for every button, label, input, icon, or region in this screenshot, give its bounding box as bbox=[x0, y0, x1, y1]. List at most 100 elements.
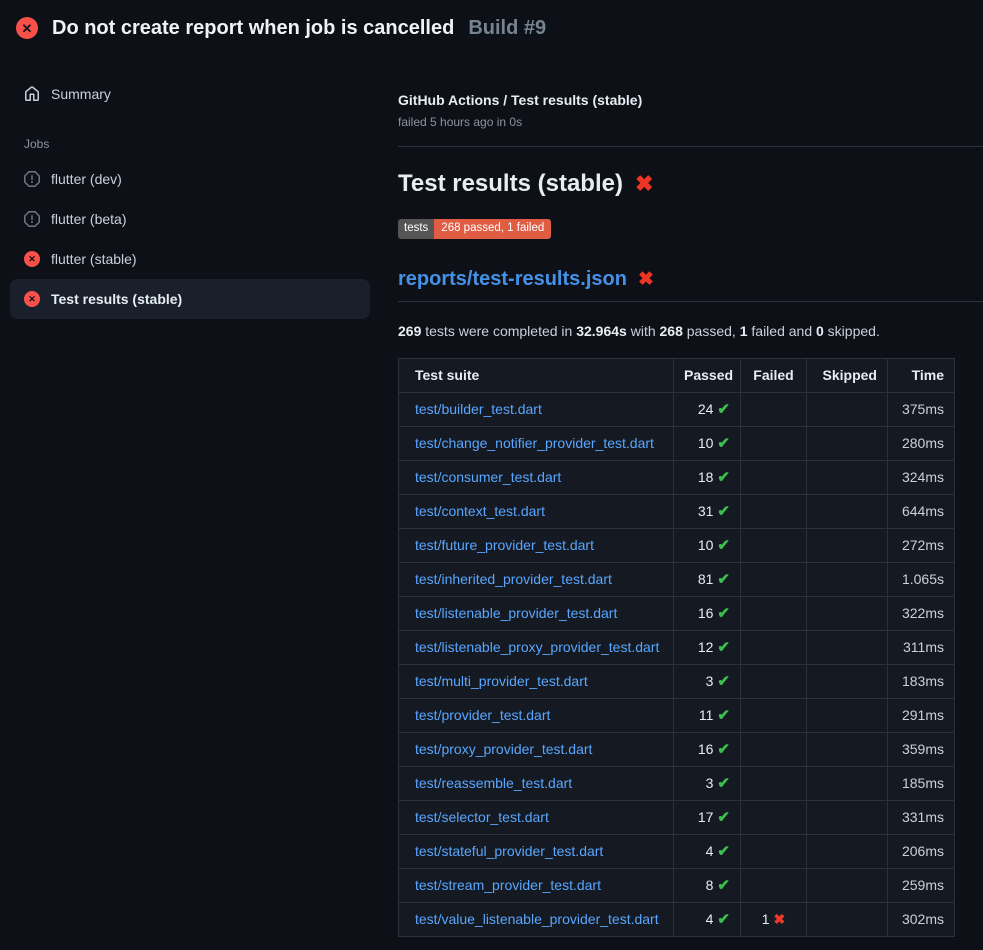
time-cell: 291ms bbox=[888, 698, 955, 732]
check-icon: ✔ bbox=[717, 911, 730, 928]
passed-count: 8 bbox=[706, 877, 714, 893]
passed-count: 17 bbox=[698, 809, 714, 825]
time-cell: 185ms bbox=[888, 766, 955, 800]
skipped-cell bbox=[807, 596, 888, 630]
passed-count: 4 bbox=[706, 843, 714, 859]
suite-link[interactable]: test/inherited_provider_test.dart bbox=[415, 571, 612, 587]
skipped-cell bbox=[807, 834, 888, 868]
table-header-row: Test suite Passed Failed Skipped Time bbox=[399, 358, 955, 392]
suite-link[interactable]: test/selector_test.dart bbox=[415, 809, 549, 825]
failed-cell bbox=[741, 868, 807, 902]
jobs-section-label: Jobs bbox=[24, 137, 380, 151]
passed-cell: 31✔ bbox=[674, 494, 741, 528]
passed-count: 11 bbox=[699, 707, 714, 723]
passed-count: 18 bbox=[698, 469, 714, 485]
col-header-skipped: Skipped bbox=[807, 358, 888, 392]
passed-count: 16 bbox=[698, 741, 714, 757]
skipped-cell bbox=[807, 902, 888, 936]
sidebar-item-job-2[interactable]: ✕ flutter (stable) bbox=[10, 239, 370, 279]
skipped-cell bbox=[807, 800, 888, 834]
skipped-cell bbox=[807, 698, 888, 732]
time-cell: 311ms bbox=[888, 630, 955, 664]
table-row: test/stateful_provider_test.dart4✔206ms bbox=[399, 834, 955, 868]
check-icon: ✔ bbox=[717, 639, 730, 656]
time-cell: 1.065s bbox=[888, 562, 955, 596]
suite-link[interactable]: test/builder_test.dart bbox=[415, 401, 542, 417]
failed-cell bbox=[741, 800, 807, 834]
passed-cell: 16✔ bbox=[674, 732, 741, 766]
sidebar-item-job-3[interactable]: ✕Test results (stable) bbox=[10, 279, 370, 319]
table-row: test/selector_test.dart 17✔ 331ms bbox=[399, 800, 955, 834]
skipped-cell bbox=[807, 732, 888, 766]
table-row: test/consumer_test.dart18✔324ms bbox=[399, 460, 955, 494]
check-icon: ✔ bbox=[717, 775, 730, 792]
report-file-link[interactable]: reports/test-results.json bbox=[398, 268, 627, 291]
suite-link[interactable]: test/stream_provider_test.dart bbox=[415, 877, 601, 893]
time-cell: 183ms bbox=[888, 664, 955, 698]
failed-cell bbox=[741, 664, 807, 698]
sidebar-item-job-1[interactable]: flutter (beta) bbox=[10, 199, 370, 239]
time-cell: 322ms bbox=[888, 596, 955, 630]
suite-link[interactable]: test/multi_provider_test.dart bbox=[415, 673, 588, 689]
passed-cell: 3✔ bbox=[674, 766, 741, 800]
page-title: Test results (stable) ✖ bbox=[398, 170, 983, 198]
passed-cell: 17✔ bbox=[674, 800, 741, 834]
divider bbox=[398, 146, 983, 147]
failed-cell bbox=[741, 460, 807, 494]
suite-link[interactable]: test/provider_test.dart bbox=[415, 707, 550, 723]
failed-cell bbox=[741, 528, 807, 562]
check-icon: ✔ bbox=[717, 877, 730, 894]
passed-count: 3 bbox=[706, 673, 714, 689]
suite-link[interactable]: test/reassemble_test.dart bbox=[415, 775, 572, 791]
suite-link[interactable]: test/future_provider_test.dart bbox=[415, 537, 594, 553]
main-content: GitHub Actions / Test results (stable) f… bbox=[380, 56, 983, 937]
suite-link[interactable]: test/proxy_provider_test.dart bbox=[415, 741, 592, 757]
sidebar: Summary Jobs flutter (dev) flutter (beta)… bbox=[0, 56, 380, 319]
table-row: test/multi_provider_test.dart 3✔ 183ms bbox=[399, 664, 955, 698]
suite-link[interactable]: test/listenable_proxy_provider_test.dart bbox=[415, 639, 659, 655]
suite-link[interactable]: test/context_test.dart bbox=[415, 503, 545, 519]
passed-cell: 16✔ bbox=[674, 596, 741, 630]
check-icon: ✔ bbox=[717, 673, 730, 690]
passed-count: 10 bbox=[698, 537, 714, 553]
suite-link[interactable]: test/stateful_provider_test.dart bbox=[415, 843, 603, 859]
sidebar-item-label: flutter (stable) bbox=[51, 251, 137, 267]
summary-text: tests were completed in bbox=[421, 323, 576, 339]
sidebar-item-summary[interactable]: Summary bbox=[10, 74, 370, 114]
check-icon: ✔ bbox=[717, 741, 730, 758]
suite-cell: test/listenable_proxy_provider_test.dart bbox=[399, 630, 674, 664]
table-row: test/listenable_provider_test.dart 16✔ 322… bbox=[399, 596, 955, 630]
time-cell: 272ms bbox=[888, 528, 955, 562]
sidebar-item-label: flutter (dev) bbox=[51, 171, 122, 187]
suite-link[interactable]: test/listenable_provider_test.dart bbox=[415, 605, 617, 621]
breadcrumb: GitHub Actions / Test results (stable) bbox=[398, 92, 983, 108]
x-icon: ✕ bbox=[28, 255, 36, 264]
failure-status-icon: ✕ bbox=[24, 251, 40, 267]
check-icon: ✔ bbox=[717, 707, 730, 724]
check-icon: ✔ bbox=[717, 435, 730, 452]
check-icon: ✔ bbox=[717, 401, 730, 418]
summary-text: passed, bbox=[683, 323, 740, 339]
suite-link[interactable]: test/change_notifier_provider_test.dart bbox=[415, 435, 654, 451]
cancelled-status-icon bbox=[24, 171, 40, 187]
build-number: Build #9 bbox=[468, 17, 546, 40]
time-cell: 280ms bbox=[888, 426, 955, 460]
time-cell: 259ms bbox=[888, 868, 955, 902]
suite-cell: test/reassemble_test.dart bbox=[399, 766, 674, 800]
failed-cell bbox=[741, 698, 807, 732]
passed-cell: 8✔ bbox=[674, 868, 741, 902]
suite-link[interactable]: test/value_listenable_provider_test.dart bbox=[415, 911, 659, 927]
passed-count: 16 bbox=[698, 605, 714, 621]
suite-cell: test/future_provider_test.dart bbox=[399, 528, 674, 562]
x-icon: ✖ bbox=[774, 911, 786, 927]
suite-link[interactable]: test/consumer_test.dart bbox=[415, 469, 561, 485]
skipped-cell bbox=[807, 630, 888, 664]
passed-count: 31 bbox=[698, 503, 714, 519]
check-icon: ✔ bbox=[717, 469, 730, 486]
skipped-cell bbox=[807, 494, 888, 528]
total-count: 269 bbox=[398, 323, 421, 339]
sidebar-item-job-0[interactable]: flutter (dev) bbox=[10, 159, 370, 199]
passed-count: 268 bbox=[660, 323, 683, 339]
time-cell: 331ms bbox=[888, 800, 955, 834]
passed-cell: 3✔ bbox=[674, 664, 741, 698]
